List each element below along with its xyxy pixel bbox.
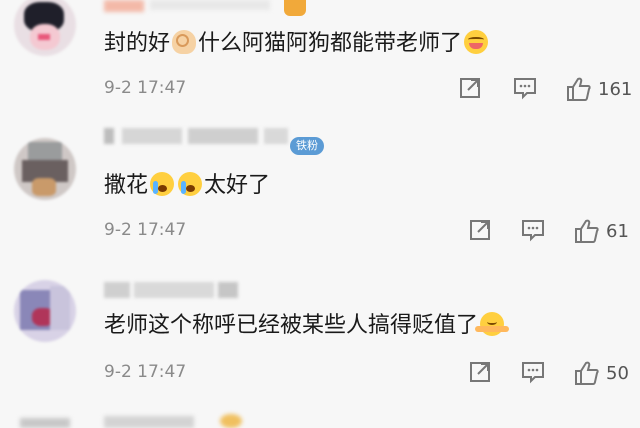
comment-text: 封的好 什么阿猫阿狗都能带老师了 xyxy=(104,30,490,58)
ok-hand-emoji xyxy=(172,30,197,54)
like-count: 161 xyxy=(598,78,633,100)
reply-button[interactable] xyxy=(520,360,546,384)
share-button[interactable] xyxy=(458,76,482,100)
share-icon xyxy=(470,220,490,240)
shrug-emoji xyxy=(475,312,510,336)
comment-time: 9-2 17:47 xyxy=(104,220,187,240)
comment-text: 老师这个称呼已经被某些人搞得贬值了 xyxy=(104,312,510,340)
like-button[interactable]: 161 xyxy=(566,76,632,102)
drooling-emoji xyxy=(464,30,489,54)
comment-time: 9-2 17:47 xyxy=(104,78,187,98)
like-button[interactable]: 61 xyxy=(574,218,629,244)
reply-button[interactable] xyxy=(520,218,546,242)
partial-comment-bottom xyxy=(20,414,280,428)
comment-item: 老师这个称呼已经被某些人搞得贬值了 9-2 17:47 50 xyxy=(0,252,640,402)
avatar[interactable] xyxy=(14,280,76,342)
like-icon xyxy=(567,77,591,101)
like-icon xyxy=(575,361,599,385)
comment-text-part: 封的好 xyxy=(104,31,171,56)
comment-actions: 50 xyxy=(456,360,636,388)
crying-laughing-emoji xyxy=(178,172,203,196)
comment-text-part: 撒花 xyxy=(104,173,149,198)
like-button[interactable]: 50 xyxy=(574,360,629,386)
share-icon xyxy=(460,78,480,98)
like-count: 61 xyxy=(606,220,629,242)
comment-text: 撒花 太好了 xyxy=(104,172,270,200)
comment-icon xyxy=(514,78,536,100)
fan-badge: 铁粉 xyxy=(290,137,324,155)
avatar[interactable] xyxy=(14,138,76,200)
reply-button[interactable] xyxy=(512,76,538,100)
comment-icon xyxy=(522,362,544,384)
comment-text-part: 老师这个称呼已经被某些人搞得贬值了 xyxy=(104,313,479,338)
username-blurred[interactable] xyxy=(104,282,244,300)
avatar[interactable] xyxy=(14,0,76,56)
comment-actions: 61 xyxy=(456,218,636,246)
username-blurred[interactable] xyxy=(104,128,294,146)
like-icon xyxy=(575,219,599,243)
comment-item: 封的好 什么阿猫阿狗都能带老师了 9-2 17:47 161 xyxy=(0,0,640,112)
comment-text-part: 太好了 xyxy=(204,173,271,198)
comment-item: 铁粉 撒花 太好了 9-2 17:47 61 xyxy=(0,112,640,252)
crying-laughing-emoji xyxy=(150,172,175,196)
like-count: 50 xyxy=(606,362,629,384)
share-button[interactable] xyxy=(468,218,492,242)
comment-time: 9-2 17:47 xyxy=(104,362,187,382)
share-icon xyxy=(470,362,490,382)
share-button[interactable] xyxy=(468,360,492,384)
comment-icon xyxy=(522,220,544,242)
comment-text-part: 什么阿猫阿狗都能带老师了 xyxy=(198,31,463,56)
comment-actions: 161 xyxy=(456,76,636,104)
